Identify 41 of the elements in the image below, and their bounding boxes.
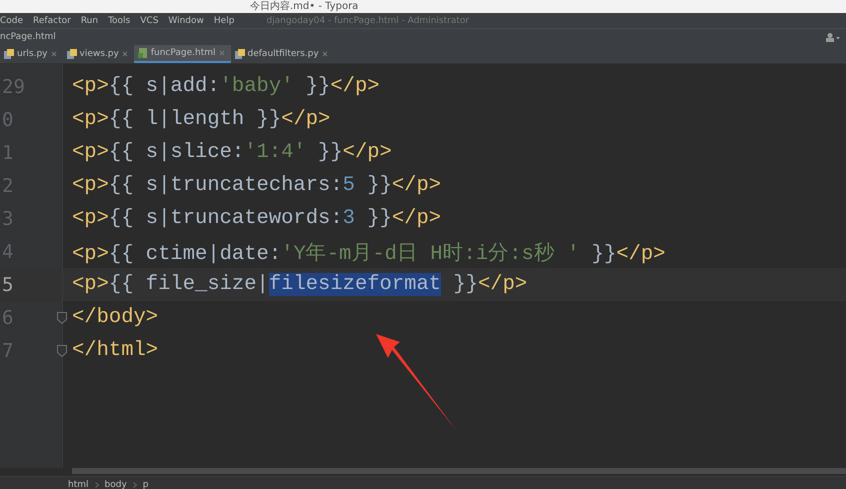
html-file-icon (138, 48, 148, 58)
code-line: </html> (71, 339, 158, 362)
menu-item[interactable]: Code (0, 16, 24, 26)
code-line: <p>{{ s|add:'baby' }}</p> (71, 75, 380, 98)
code-line: <p>{{ s|truncatechars:5 }}</p> (71, 174, 442, 197)
menu-item[interactable]: Tools (108, 16, 130, 26)
code-line: <p>{{ s|truncatewords:3 }}</p> (71, 207, 442, 230)
user-icon[interactable] (826, 32, 840, 42)
menu-item[interactable]: Help (214, 16, 234, 26)
navigation-path[interactable]: ncPage.html (0, 32, 56, 42)
python-file-icon (66, 49, 76, 59)
file-tab[interactable]: funcPage.html (134, 45, 231, 63)
code-line: <p>{{ l|length }}</p> (71, 108, 330, 131)
fold-marker-icon[interactable] (57, 344, 67, 356)
menu-item[interactable]: Refactor (33, 16, 71, 26)
line-number: 5 (1, 274, 14, 296)
menu-item[interactable]: Window (168, 16, 204, 26)
breadcrumb[interactable]: p (142, 480, 148, 489)
code-line: <p>{{ s|slice:'1:4' }}</p> (71, 141, 392, 164)
python-file-icon (234, 49, 245, 59)
file-tab[interactable]: urls.py (0, 45, 62, 63)
menu-item[interactable]: VCS (140, 16, 158, 26)
close-icon[interactable] (50, 51, 56, 57)
code-line: </body> (71, 306, 158, 329)
chevron-icon (94, 482, 99, 488)
python-file-icon (4, 49, 14, 59)
code-line: <p>{{ file_size|filesizeformat }}</p> (71, 273, 528, 296)
chevron-icon (132, 482, 137, 488)
breadcrumb[interactable]: body (104, 480, 127, 489)
code-line: <p>{{ ctime|date:'Y年-m月-d日 H时:i分:s秒 ' }}</p> (71, 241, 666, 266)
close-icon[interactable] (218, 50, 225, 56)
breadcrumb[interactable]: html (68, 480, 89, 489)
file-tab[interactable]: views.py (62, 45, 134, 63)
close-icon[interactable] (322, 51, 328, 57)
file-tab[interactable]: defaultfilters.py (230, 45, 334, 63)
window-title: 今日内容.md• - Typora (250, 0, 358, 13)
menu-item[interactable]: Run (80, 16, 98, 26)
close-icon[interactable] (122, 51, 128, 57)
fold-marker-icon[interactable] (57, 312, 67, 324)
window-title: djangoday04 - funcPage.html - Administrator (266, 16, 470, 26)
horizontal-scrollbar[interactable] (72, 468, 846, 474)
